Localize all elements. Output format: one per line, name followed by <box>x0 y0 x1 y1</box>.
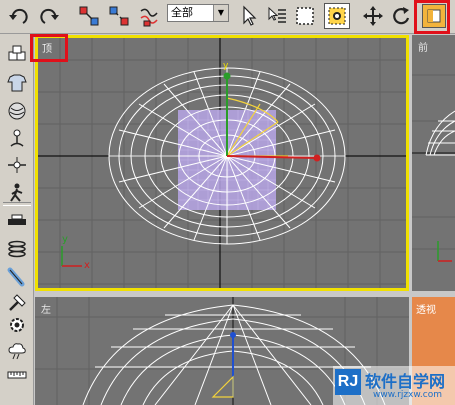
viewport-top-canvas: y <box>38 38 406 288</box>
axis-x-label: x <box>84 260 90 271</box>
tape-icon[interactable] <box>4 362 30 388</box>
weather-icon[interactable] <box>4 338 30 364</box>
wrench-icon[interactable] <box>4 264 30 290</box>
select-rotate-icon[interactable] <box>388 3 414 29</box>
chevron-down-icon: ▼ <box>213 5 228 21</box>
viewport-left-label[interactable]: 左 <box>41 301 51 316</box>
side-toolbar <box>0 34 34 405</box>
select-move-icon[interactable] <box>360 3 386 29</box>
main-toolbar: 全部 ▼ <box>0 0 455 34</box>
select-by-name-icon[interactable] <box>264 3 290 29</box>
selection-filter-value: 全部 <box>171 6 193 19</box>
separator <box>3 202 31 206</box>
svg-text:y: y <box>223 61 229 71</box>
flat-icon[interactable] <box>4 208 30 234</box>
sphere-icon[interactable] <box>4 98 30 124</box>
selection-filter-dropdown[interactable]: 全部 ▼ <box>167 4 229 22</box>
viewport-front-canvas <box>412 74 455 262</box>
shirt-icon[interactable] <box>4 70 30 96</box>
watermark: RJ 软件自学网 www.rjzxw.com <box>333 366 455 405</box>
create-box-icon[interactable] <box>4 42 30 68</box>
watermark-text: 软件自学网 <box>365 372 446 391</box>
viewport-front-label[interactable]: 前 <box>418 39 428 54</box>
axis-y-label: y <box>62 234 68 245</box>
select-object-icon[interactable] <box>236 3 262 29</box>
motion-icon[interactable] <box>4 126 30 152</box>
viewport-top[interactable]: y y x 顶 <box>35 35 409 291</box>
unlink-icon[interactable] <box>106 3 132 29</box>
coil-icon[interactable] <box>4 236 30 262</box>
highlight-box <box>414 0 450 34</box>
window-crossing-icon[interactable] <box>324 3 350 29</box>
select-and-link-icon[interactable] <box>76 3 102 29</box>
label-highlight-box <box>30 34 68 62</box>
undo-icon[interactable] <box>6 3 32 29</box>
watermark-url: www.rjzxw.com <box>373 390 442 400</box>
watermark-logo-icon: RJ <box>335 369 361 395</box>
redo-icon[interactable] <box>36 3 62 29</box>
viewport-front[interactable]: 前 <box>412 35 455 291</box>
rectangle-region-icon[interactable] <box>292 3 318 29</box>
viewport-perspective-label[interactable]: 透视 <box>416 301 436 316</box>
pin-icon[interactable] <box>4 152 30 178</box>
gear-icon[interactable] <box>4 312 30 338</box>
bind-space-warp-icon[interactable] <box>136 3 162 29</box>
